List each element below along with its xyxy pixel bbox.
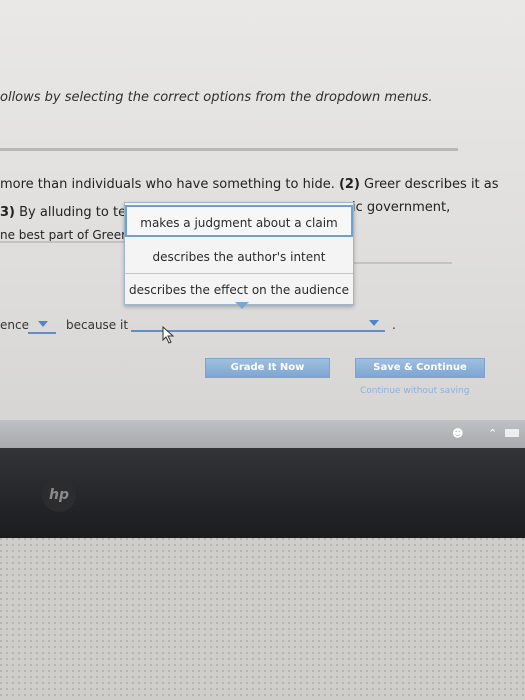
mouse-pointer-icon	[162, 326, 175, 344]
taskbar: ☻ ⌃	[0, 420, 525, 448]
save-and-continue-button[interactable]: Save & Continue	[355, 358, 485, 378]
dropdown-option[interactable]: describes the author's intent	[125, 241, 353, 273]
passage-line-1: more than individuals who have something…	[0, 177, 499, 192]
continue-without-saving-link[interactable]: Continue without saving	[360, 386, 469, 396]
instruction-text: ollows by selecting the correct options …	[0, 90, 433, 105]
laptop-bezel	[0, 448, 525, 538]
battery-icon[interactable]	[505, 429, 519, 437]
passage-text: more than individuals who have something…	[0, 177, 339, 192]
divider	[0, 148, 458, 151]
passage-text: Greer describes it as	[359, 177, 499, 192]
answer-dropdown-menu[interactable]: makes a judgment about a claim describes…	[124, 202, 354, 305]
dropdown-pointer	[235, 302, 249, 309]
chevron-down-icon	[38, 321, 48, 327]
passage-number: 3)	[0, 205, 15, 220]
people-icon[interactable]: ☻	[452, 427, 463, 440]
passage-line-2-right: ic government,	[352, 200, 451, 215]
dropdown-option[interactable]: describes the effect on the audience	[125, 273, 353, 305]
laptop-deck	[0, 538, 525, 700]
grade-it-now-button[interactable]: Grade It Now	[205, 358, 330, 378]
hp-logo: hp	[42, 478, 76, 512]
chevron-up-icon[interactable]: ⌃	[488, 427, 497, 440]
passage-text: By alluding to tens	[15, 205, 142, 220]
passage-line-2: 3) By alluding to tens	[0, 205, 141, 220]
because-label: because it	[66, 318, 129, 332]
dropdown-option[interactable]: makes a judgment about a claim	[125, 205, 353, 237]
underline	[352, 262, 452, 264]
passage-number: (2)	[338, 177, 360, 192]
passage-line-3: ne best part of Greer'	[0, 228, 130, 242]
sentence-fragment: ence	[0, 318, 29, 332]
chevron-down-icon	[369, 320, 379, 326]
sentence-period: .	[392, 318, 396, 332]
screen: ollows by selecting the correct options …	[0, 0, 525, 430]
underline	[0, 241, 124, 243]
answer-select-1[interactable]	[28, 318, 56, 334]
